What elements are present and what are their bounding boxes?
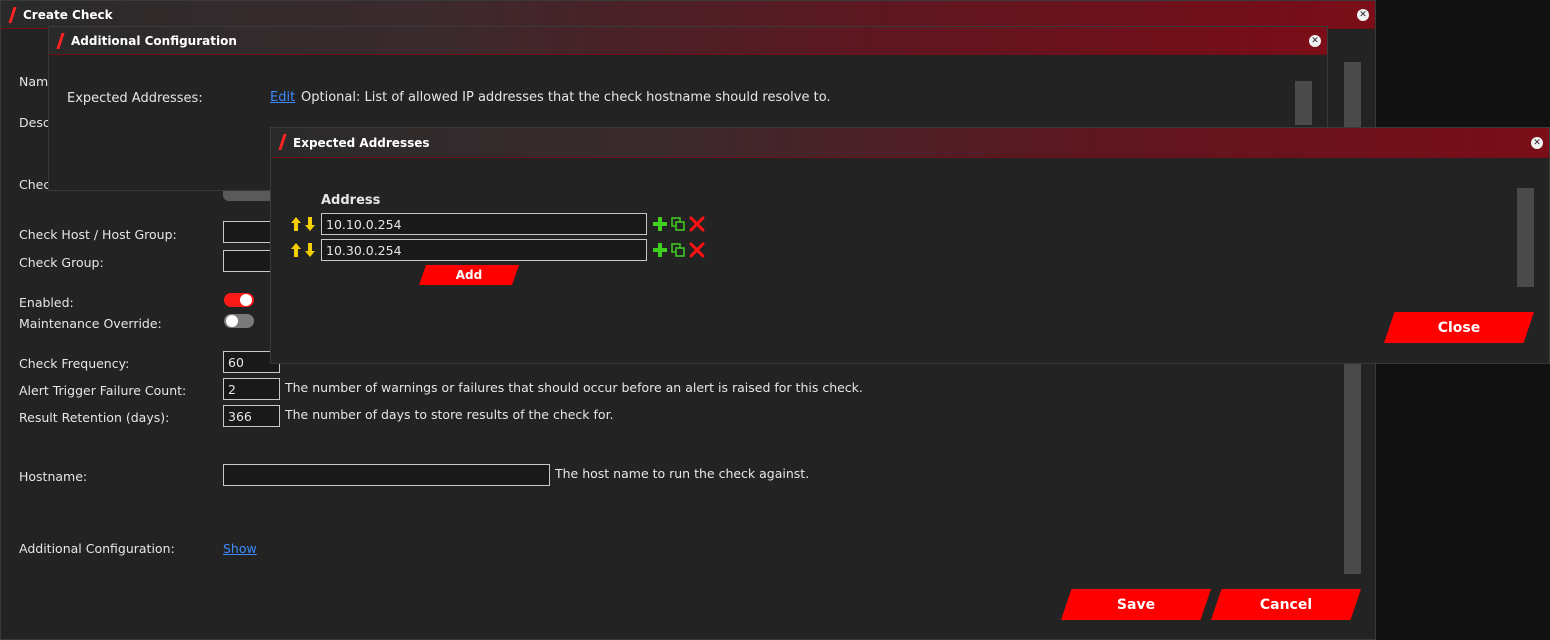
- retention-help: The number of days to store results of t…: [285, 407, 614, 422]
- move-down-icon[interactable]: [304, 242, 316, 258]
- delete-icon[interactable]: [689, 216, 705, 232]
- title-slash-icon: [56, 33, 65, 49]
- enabled-toggle[interactable]: [224, 293, 254, 307]
- close-button[interactable]: Close: [1384, 312, 1534, 343]
- create-check-titlebar: Create Check ✕: [1, 1, 1375, 29]
- move-up-icon[interactable]: [290, 242, 302, 258]
- add-address-button[interactable]: Add: [419, 265, 519, 285]
- table-row: [289, 213, 719, 237]
- maintenance-toggle[interactable]: [224, 314, 254, 328]
- save-button[interactable]: Save: [1061, 589, 1211, 620]
- expected-addresses-help: Optional: List of allowed IP addresses t…: [301, 90, 831, 105]
- failure-count-input[interactable]: [223, 378, 280, 400]
- edit-link[interactable]: Edit: [270, 90, 295, 105]
- failure-count-label: Alert Trigger Failure Count:: [19, 383, 187, 398]
- expected-addresses-dialog: Expected Addresses ✕ Address Add Close: [270, 127, 1550, 364]
- maintenance-label: Maintenance Override:: [19, 316, 162, 331]
- additional-config-label: Additional Configuration:: [19, 541, 175, 556]
- description-label: Desc: [19, 115, 50, 130]
- move-up-icon[interactable]: [290, 216, 302, 232]
- hostname-input[interactable]: [223, 464, 550, 486]
- address-input[interactable]: [321, 239, 647, 261]
- additional-config-title: Additional Configuration: [71, 34, 237, 48]
- scrollbar[interactable]: [1295, 81, 1312, 125]
- additional-config-titlebar: Additional Configuration ✕: [49, 27, 1327, 55]
- failure-count-help: The number of warnings or failures that …: [285, 380, 863, 395]
- table-row: [289, 239, 719, 263]
- retention-input[interactable]: [223, 405, 280, 427]
- move-down-icon[interactable]: [304, 216, 316, 232]
- create-check-title: Create Check: [23, 8, 113, 22]
- enabled-label: Enabled:: [19, 295, 74, 310]
- show-link[interactable]: Show: [223, 541, 257, 556]
- delete-icon[interactable]: [689, 242, 705, 258]
- toggle-knob: [226, 315, 238, 327]
- cancel-button[interactable]: Cancel: [1211, 589, 1361, 620]
- frequency-label: Check Frequency:: [19, 356, 130, 371]
- close-icon[interactable]: ✕: [1309, 35, 1321, 47]
- hostname-help: The host name to run the check against.: [555, 466, 810, 481]
- scrollbar[interactable]: [1517, 188, 1534, 287]
- address-input[interactable]: [321, 213, 647, 235]
- duplicate-icon[interactable]: [671, 217, 685, 231]
- duplicate-icon[interactable]: [671, 243, 685, 257]
- title-slash-icon: [278, 134, 287, 150]
- title-slash-icon: [8, 7, 17, 23]
- expected-addresses-label: Expected Addresses:: [67, 91, 203, 106]
- check-type-label: Chec: [19, 177, 51, 192]
- add-row-icon[interactable]: [653, 217, 667, 231]
- toggle-knob: [240, 294, 252, 306]
- hostname-label: Hostname:: [19, 469, 88, 484]
- close-icon[interactable]: ✕: [1357, 9, 1369, 21]
- expected-addresses-title: Expected Addresses: [293, 136, 430, 150]
- retention-label: Result Retention (days):: [19, 410, 170, 425]
- check-group-label: Check Group:: [19, 255, 104, 270]
- add-row-icon[interactable]: [653, 243, 667, 257]
- expected-addresses-titlebar: Expected Addresses ✕: [271, 128, 1549, 158]
- close-icon[interactable]: ✕: [1531, 137, 1543, 149]
- check-host-label: Check Host / Host Group:: [19, 227, 177, 242]
- address-column-header: Address: [321, 193, 381, 208]
